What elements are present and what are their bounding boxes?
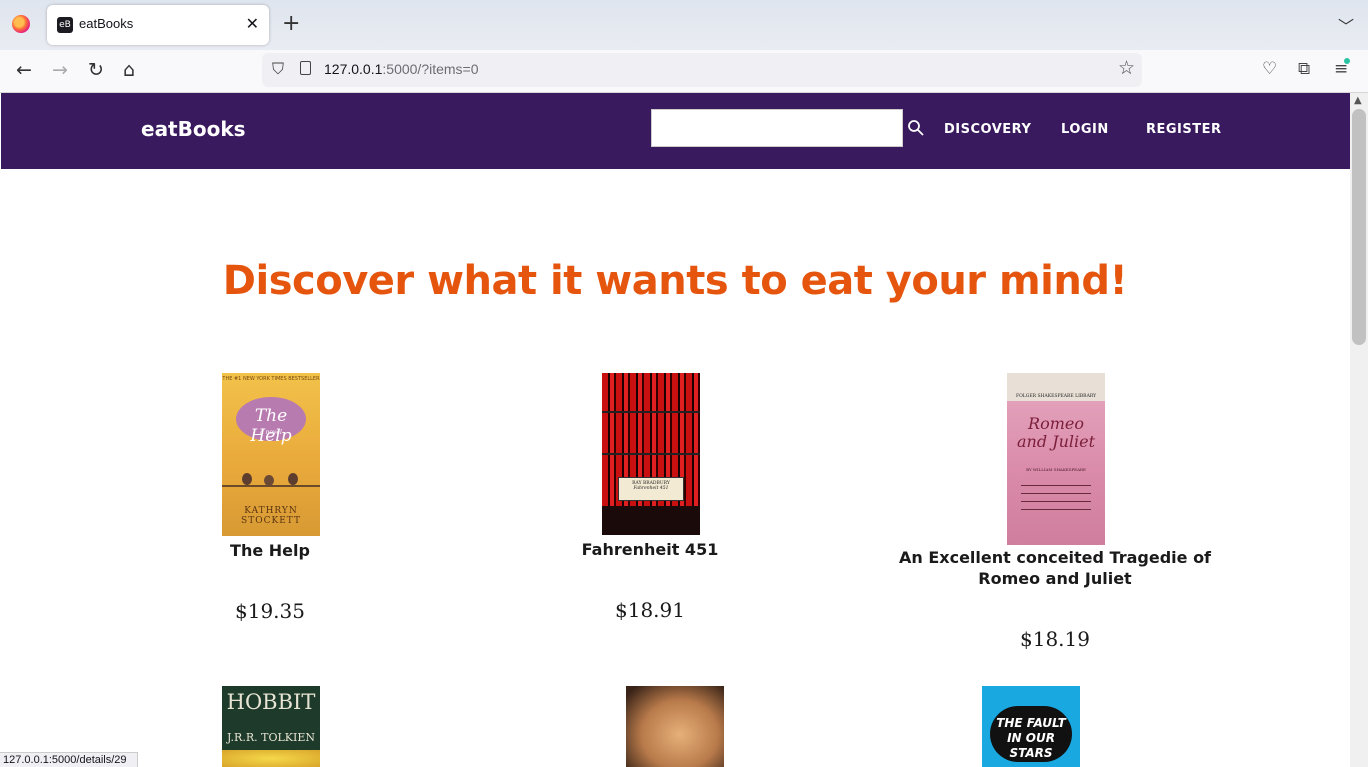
- cover-author: J.R.R. TOLKIEN: [227, 731, 315, 744]
- extensions-icon[interactable]: ⧉: [1298, 59, 1310, 79]
- url-text[interactable]: 127.0.0.1:5000/?items=0: [324, 61, 479, 77]
- tab-title: eatBooks: [79, 16, 134, 31]
- browser-tab-bar: eB eatBooks ✕ + ﹀: [0, 0, 1368, 50]
- search-icon[interactable]: [906, 118, 926, 138]
- update-dot-icon: [1344, 58, 1350, 64]
- book-title[interactable]: Fahrenheit 451: [540, 539, 760, 560]
- page-headline: Discover what it wants to eat your mind!: [222, 258, 1128, 304]
- cover-author: KATHRYN STOCKETT: [241, 506, 301, 526]
- nav-register[interactable]: REGISTER: [1146, 122, 1222, 137]
- url-path: :5000/?items=0: [382, 61, 479, 77]
- browser-tab[interactable]: eB eatBooks ✕: [47, 5, 269, 45]
- book-card: An Excellent conceited Tragedie of Romeo…: [870, 543, 1240, 651]
- book-cover-painting[interactable]: [626, 686, 724, 767]
- new-tab-icon[interactable]: +: [282, 11, 300, 37]
- cover-title: The Help: [250, 406, 292, 446]
- page-info-icon[interactable]: [300, 61, 311, 75]
- book-cover-the-fault-in-our-stars[interactable]: THE FAULT IN OUR STARS: [982, 686, 1080, 767]
- cover-title: Romeo and Juliet: [1016, 414, 1096, 451]
- cover-author: BY WILLIAM SHAKESPEARE: [1026, 467, 1086, 472]
- url-bar[interactable]: ⛉ 127.0.0.1:5000/?items=0 ☆: [262, 53, 1142, 87]
- url-host: 127.0.0.1: [324, 61, 383, 77]
- nav-login[interactable]: LOGIN: [1061, 122, 1109, 137]
- book-price: $18.91: [615, 598, 685, 622]
- book-price: $18.19: [1020, 627, 1090, 651]
- back-arrow-icon[interactable]: ←: [16, 58, 32, 82]
- book-price: $19.35: [235, 599, 305, 623]
- cover-title: HOBBIT: [226, 690, 316, 714]
- page-scrollbar[interactable]: ▲: [1350, 93, 1368, 767]
- cover-top-text: FOLGER SHAKESPEARE LIBRARY: [1015, 394, 1097, 399]
- home-icon[interactable]: ⌂: [123, 58, 135, 82]
- book-cover-the-help[interactable]: THE #1 NEW YORK TIMES BESTSELLER The Hel…: [222, 373, 320, 536]
- site-brand[interactable]: eatBooks: [141, 117, 246, 141]
- cover-title: THE FAULT IN OUR STARS: [996, 716, 1066, 760]
- book-title[interactable]: An Excellent conceited Tragedie of Romeo…: [870, 547, 1240, 589]
- scroll-thumb[interactable]: [1352, 109, 1366, 345]
- reload-icon[interactable]: ↻: [88, 58, 104, 82]
- book-cover-romeo-and-juliet[interactable]: FOLGER SHAKESPEARE LIBRARY Romeo and Jul…: [1007, 373, 1105, 545]
- book-title[interactable]: The Help: [160, 540, 380, 561]
- search-input[interactable]: [651, 109, 903, 147]
- link-status-bar: 127.0.0.1:5000/details/29: [0, 752, 138, 767]
- book-cover-fahrenheit-451[interactable]: RAY BRADBURY Fahrenheit 451: [602, 373, 700, 535]
- tab-favicon-icon: eB: [57, 17, 73, 33]
- forward-arrow-icon[interactable]: →: [52, 58, 68, 82]
- bookmark-star-icon[interactable]: ☆: [1118, 57, 1135, 79]
- book-card: Fahrenheit 451 $18.91: [540, 535, 760, 622]
- cover-title: Fahrenheit 451: [633, 486, 669, 491]
- scroll-up-arrow-icon[interactable]: ▲: [1354, 95, 1362, 106]
- pocket-icon[interactable]: ♡: [1262, 59, 1277, 79]
- cover-subtitle: a novel: [260, 429, 282, 436]
- site-header: eatBooks DISCOVERY LOGIN REGISTER: [1, 93, 1350, 169]
- tracking-shield-icon[interactable]: ⛉: [272, 59, 284, 79]
- list-all-tabs-icon[interactable]: ﹀: [1338, 13, 1354, 37]
- firefox-logo-icon[interactable]: [12, 15, 30, 33]
- browser-navigation-bar: ← → ↻ ⌂ ⛉ 127.0.0.1:5000/?items=0 ☆ ♡ ⧉ …: [0, 50, 1368, 93]
- book-cover-hobbit[interactable]: HOBBIT J.R.R. TOLKIEN: [222, 686, 320, 767]
- close-tab-icon[interactable]: ✕: [246, 14, 259, 33]
- cover-top-text: THE #1 NEW YORK TIMES BESTSELLER: [222, 376, 320, 382]
- nav-discovery[interactable]: DISCOVERY: [944, 122, 1031, 137]
- book-card: The Help $19.35: [160, 536, 380, 623]
